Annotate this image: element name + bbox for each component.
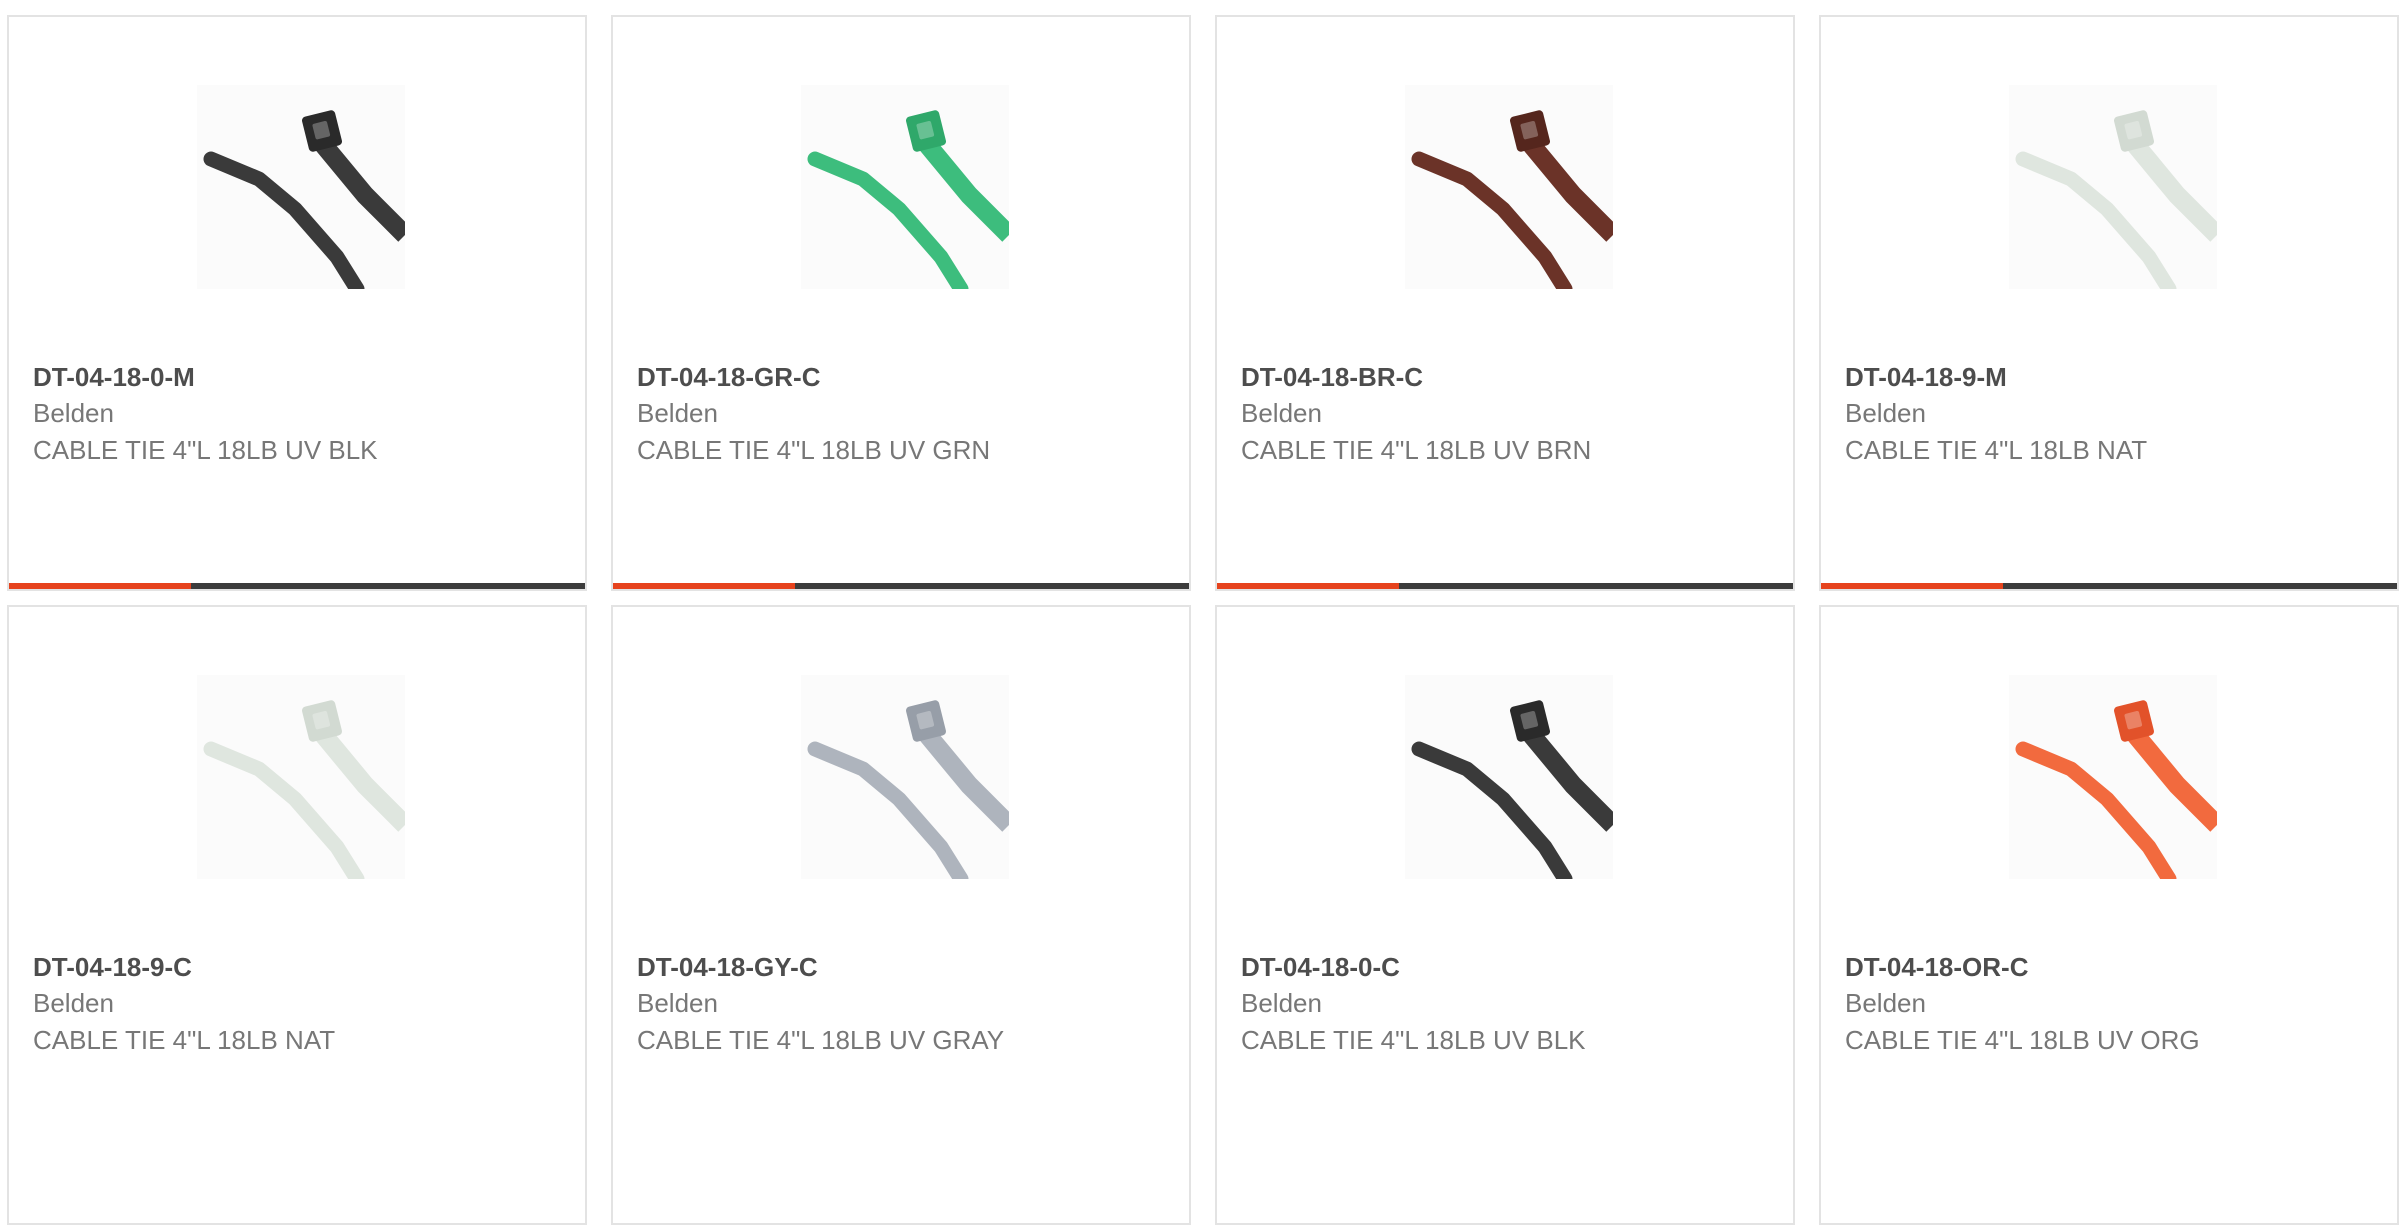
card-bottom-bar: [613, 583, 1189, 589]
part-number[interactable]: DT-04-18-GR-C: [637, 359, 1169, 395]
product-info: DT-04-18-9-M Belden CABLE TIE 4"L 18LB N…: [1845, 359, 2377, 469]
black-cable-tie-image: [197, 85, 405, 289]
manufacturer: Belden: [33, 988, 114, 1018]
product-card[interactable]: DT-04-18-9-C Belden CABLE TIE 4"L 18LB N…: [7, 605, 587, 1225]
product-description: CABLE TIE 4"L 18LB UV BLK: [33, 435, 378, 465]
part-number[interactable]: DT-04-18-9-C: [33, 949, 565, 985]
part-number[interactable]: DT-04-18-BR-C: [1241, 359, 1773, 395]
green-cable-tie-image: [801, 85, 1009, 289]
product-description: CABLE TIE 4"L 18LB UV GRN: [637, 435, 991, 465]
product-card[interactable]: DT-04-18-9-M Belden CABLE TIE 4"L 18LB N…: [1819, 15, 2399, 591]
part-number[interactable]: DT-04-18-0-M: [33, 359, 565, 395]
product-description: CABLE TIE 4"L 18LB NAT: [33, 1025, 336, 1055]
black-cable-tie-image: [1405, 675, 1613, 879]
manufacturer: Belden: [637, 398, 718, 428]
manufacturer: Belden: [1845, 988, 1926, 1018]
manufacturer: Belden: [1241, 988, 1322, 1018]
product-info: DT-04-18-0-M Belden CABLE TIE 4"L 18LB U…: [33, 359, 565, 469]
natural-cable-tie-image: [2009, 85, 2217, 289]
card-accent-bar: [9, 583, 191, 589]
product-info: DT-04-18-0-C Belden CABLE TIE 4"L 18LB U…: [1241, 949, 1773, 1059]
manufacturer: Belden: [33, 398, 114, 428]
manufacturer: Belden: [1241, 398, 1322, 428]
card-bottom-bar: [9, 583, 585, 589]
part-number[interactable]: DT-04-18-0-C: [1241, 949, 1773, 985]
product-info: DT-04-18-GY-C Belden CABLE TIE 4"L 18LB …: [637, 949, 1169, 1059]
product-card[interactable]: DT-04-18-GR-C Belden CABLE TIE 4"L 18LB …: [611, 15, 1191, 591]
brown-cable-tie-image: [1405, 85, 1613, 289]
orange-cable-tie-image: [2009, 675, 2217, 879]
product-card[interactable]: DT-04-18-OR-C Belden CABLE TIE 4"L 18LB …: [1819, 605, 2399, 1225]
product-info: DT-04-18-BR-C Belden CABLE TIE 4"L 18LB …: [1241, 359, 1773, 469]
card-accent-bar: [613, 583, 795, 589]
part-number[interactable]: DT-04-18-OR-C: [1845, 949, 2377, 985]
product-card[interactable]: DT-04-18-BR-C Belden CABLE TIE 4"L 18LB …: [1215, 15, 1795, 591]
product-description: CABLE TIE 4"L 18LB UV ORG: [1845, 1025, 2200, 1055]
product-info: DT-04-18-GR-C Belden CABLE TIE 4"L 18LB …: [637, 359, 1169, 469]
product-info: DT-04-18-9-C Belden CABLE TIE 4"L 18LB N…: [33, 949, 565, 1059]
natural-cable-tie-image: [197, 675, 405, 879]
product-description: CABLE TIE 4"L 18LB UV BLK: [1241, 1025, 1586, 1055]
product-card[interactable]: DT-04-18-GY-C Belden CABLE TIE 4"L 18LB …: [611, 605, 1191, 1225]
part-number[interactable]: DT-04-18-9-M: [1845, 359, 2377, 395]
product-description: CABLE TIE 4"L 18LB UV GRAY: [637, 1025, 1005, 1055]
card-bottom-bar: [1821, 583, 2397, 589]
product-info: DT-04-18-OR-C Belden CABLE TIE 4"L 18LB …: [1845, 949, 2377, 1059]
product-description: CABLE TIE 4"L 18LB UV BRN: [1241, 435, 1592, 465]
gray-cable-tie-image: [801, 675, 1009, 879]
card-accent-bar: [1217, 583, 1399, 589]
card-bottom-bar: [1217, 583, 1793, 589]
product-description: CABLE TIE 4"L 18LB NAT: [1845, 435, 2148, 465]
manufacturer: Belden: [1845, 398, 1926, 428]
part-number[interactable]: DT-04-18-GY-C: [637, 949, 1169, 985]
product-card[interactable]: DT-04-18-0-C Belden CABLE TIE 4"L 18LB U…: [1215, 605, 1795, 1225]
card-accent-bar: [1821, 583, 2003, 589]
manufacturer: Belden: [637, 988, 718, 1018]
product-grid: DT-04-18-0-M Belden CABLE TIE 4"L 18LB U…: [7, 15, 2399, 1225]
product-card[interactable]: DT-04-18-0-M Belden CABLE TIE 4"L 18LB U…: [7, 15, 587, 591]
